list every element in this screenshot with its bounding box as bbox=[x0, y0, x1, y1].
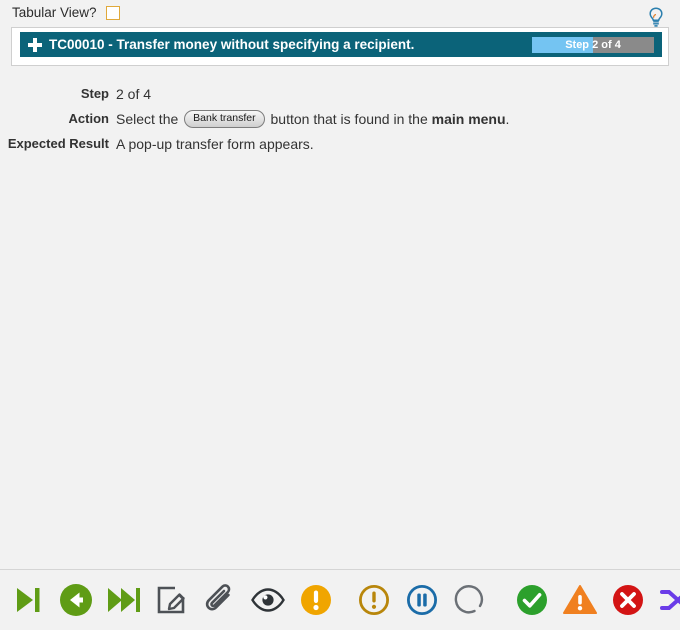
top-bar: Tabular View? bbox=[0, 0, 680, 28]
bank-transfer-chip[interactable]: Bank transfer bbox=[184, 110, 265, 129]
shuffle-icon[interactable] bbox=[652, 576, 680, 624]
testcase-title: TC00010 - Transfer money without specify… bbox=[49, 37, 415, 52]
expected-result-field-label: Expected Result bbox=[7, 136, 109, 152]
plus-icon[interactable] bbox=[28, 37, 42, 52]
edit-icon[interactable] bbox=[148, 576, 196, 624]
fast-forward-icon[interactable] bbox=[100, 576, 148, 624]
detail-row-action: Action Select the Bank transfer button t… bbox=[0, 109, 680, 129]
step-forward-icon[interactable] bbox=[4, 576, 52, 624]
detail-row-expected-result: Expected Result A pop-up transfer form a… bbox=[0, 134, 680, 154]
eye-icon[interactable] bbox=[244, 576, 292, 624]
step-progress-label: Step 2 of 4 bbox=[565, 39, 621, 51]
step-details: Step 2 of 4 Action Select the Bank trans… bbox=[0, 84, 680, 159]
pause-circle-icon[interactable] bbox=[398, 576, 446, 624]
exclamation-filled-icon[interactable] bbox=[292, 576, 340, 624]
step-progress-bar[interactable]: Step 2 of 4 bbox=[532, 37, 654, 53]
lightbulb-icon[interactable] bbox=[646, 6, 666, 28]
tabular-view-label: Tabular View? bbox=[12, 5, 97, 20]
error-circle-icon[interactable] bbox=[604, 576, 652, 624]
action-field-value: Select the Bank transfer button that is … bbox=[116, 109, 509, 129]
action-text-middle: button that is found in the bbox=[270, 111, 428, 127]
action-text-prefix: Select the bbox=[116, 111, 179, 127]
spinner-icon[interactable] bbox=[446, 576, 494, 624]
check-circle-icon[interactable] bbox=[508, 576, 556, 624]
expected-result-field-value: A pop-up transfer form appears. bbox=[116, 136, 314, 153]
exclamation-outline-icon[interactable] bbox=[350, 576, 398, 624]
testcase-panel: TC00010 - Transfer money without specify… bbox=[11, 27, 669, 66]
step-field-label: Step bbox=[80, 86, 109, 101]
action-text-suffix: . bbox=[505, 111, 510, 127]
attachment-icon[interactable] bbox=[196, 576, 244, 624]
back-circle-icon[interactable] bbox=[52, 576, 100, 624]
testcase-header-bar[interactable]: TC00010 - Transfer money without specify… bbox=[20, 32, 662, 57]
step-field-value: 2 of 4 bbox=[116, 86, 152, 102]
detail-row-step: Step 2 of 4 bbox=[0, 84, 680, 104]
action-field-label: Action bbox=[68, 111, 109, 126]
tabular-view-checkbox[interactable] bbox=[106, 6, 120, 20]
action-text-bold: main menu bbox=[431, 111, 506, 127]
action-toolbar bbox=[0, 569, 680, 630]
warning-triangle-icon[interactable] bbox=[556, 576, 604, 624]
